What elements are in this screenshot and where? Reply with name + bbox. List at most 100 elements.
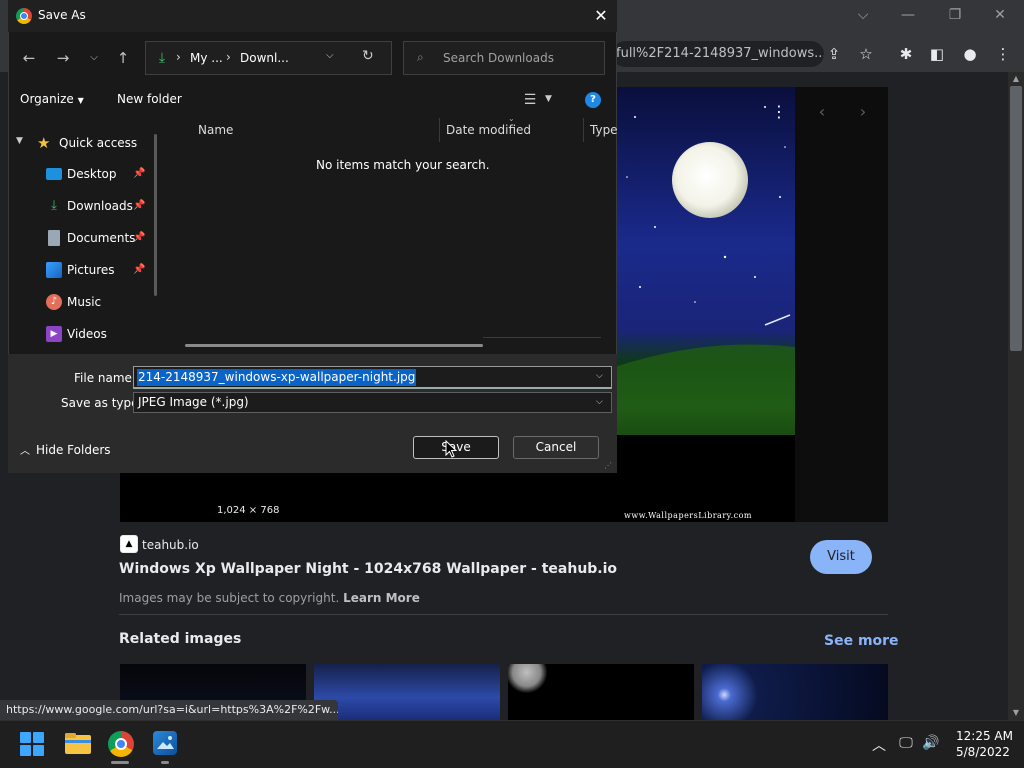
collapse-chevron-icon[interactable]: ▼ [16, 136, 23, 146]
stars-decoration [615, 106, 795, 435]
clock-time[interactable]: 12:25 AM [956, 729, 1013, 743]
back-arrow-icon[interactable]: ← [16, 45, 42, 71]
pictures-icon [46, 262, 62, 278]
column-divider[interactable] [439, 118, 440, 142]
help-icon[interactable]: ? [585, 92, 601, 108]
copyright-notice: Images may be subject to copyright. Lear… [119, 591, 420, 605]
sort-caret-icon: ⌄ [508, 114, 515, 123]
running-app-indicator [161, 761, 169, 764]
file-name-dropdown-chevron-icon[interactable]: ⌵ [596, 371, 603, 381]
dialog-close-icon[interactable]: ✕ [586, 3, 616, 29]
profile-avatar-icon[interactable]: ● [957, 41, 983, 67]
omnibox[interactable]: full%2F214-2148937_windows... [612, 41, 824, 67]
address-dropdown-chevron-icon[interactable]: ⌵ [326, 50, 340, 61]
quick-access-label[interactable]: Quick access [59, 136, 137, 150]
forward-arrow-icon[interactable]: → [50, 45, 76, 71]
nav-item-pictures[interactable]: Pictures 📌 [46, 258, 156, 282]
pin-icon[interactable]: 📌 [133, 258, 145, 282]
tab-search-chevron-icon[interactable]: ⌵ [843, 0, 883, 30]
visit-button[interactable]: Visit [810, 540, 872, 574]
nav-item-label: Music [67, 295, 102, 309]
result-title[interactable]: Windows Xp Wallpaper Night - 1024x768 Wa… [119, 561, 617, 577]
photos-app-icon[interactable] [153, 731, 177, 755]
nav-item-downloads[interactable]: ⤓ Downloads 📌 [46, 194, 156, 218]
chevron-down-icon[interactable]: ▼ [545, 94, 552, 104]
omnibox-url: full%2F214-2148937_windows... [616, 46, 824, 61]
save-as-type-chevron-icon[interactable]: ⌵ [596, 397, 603, 407]
chrome-taskbar-icon[interactable] [108, 731, 134, 757]
cancel-button[interactable]: Cancel [513, 436, 599, 459]
music-icon: ♪ [46, 294, 62, 310]
view-options-icon[interactable]: ☰ [520, 92, 540, 108]
preview-backdrop [795, 87, 888, 522]
save-as-type-select[interactable]: JPEG Image (*.jpg) [133, 392, 612, 413]
chevron-up-icon: ︿ [20, 446, 30, 457]
hide-folders-button[interactable]: ︿ Hide Folders [20, 442, 111, 457]
breadcrumb-item[interactable]: My ... [190, 51, 223, 65]
share-icon[interactable]: ⇪ [821, 41, 847, 67]
refresh-icon[interactable]: ↻ [362, 48, 378, 64]
breadcrumb-separator-icon: › [176, 50, 181, 64]
image-watermark: www.WallpapersLibrary.com [624, 511, 753, 520]
hide-folders-label: Hide Folders [36, 443, 111, 457]
extensions-puzzle-icon[interactable]: ✱ [893, 41, 919, 67]
recent-locations-chevron-icon[interactable]: ⌵ [81, 45, 107, 71]
column-header-date-modified[interactable]: Date modified [446, 123, 531, 137]
related-image-thumb[interactable] [702, 664, 888, 720]
more-options-icon[interactable]: ⋮ [770, 102, 788, 122]
nav-item-label: Videos [67, 327, 107, 341]
nav-item-documents[interactable]: Documents 📌 [46, 226, 156, 250]
dialog-titlebar[interactable] [8, 0, 617, 32]
breadcrumb-item[interactable]: Downl... [240, 51, 289, 65]
search-icon: ⌕ [417, 50, 424, 64]
chrome-menu-icon[interactable]: ⋮ [990, 41, 1016, 67]
bookmark-star-icon[interactable]: ☆ [853, 41, 879, 67]
show-hidden-icons-chevron-icon[interactable]: ︿ [869, 735, 889, 755]
column-divider[interactable] [583, 118, 584, 142]
wallpaper-image[interactable] [615, 87, 795, 435]
window-close-button[interactable]: ✕ [980, 0, 1020, 30]
downloads-icon: ⤓ [51, 198, 57, 213]
organize-label: Organize [20, 92, 74, 106]
chevron-down-icon: ▼ [77, 96, 84, 105]
dialog-title: Save As [38, 8, 86, 22]
up-arrow-icon[interactable]: ↑ [110, 45, 136, 71]
section-divider [119, 614, 888, 615]
volume-icon[interactable]: 🔊 [921, 735, 941, 751]
image-dimensions: 1,024 × 768 [217, 505, 280, 516]
see-more-link[interactable]: See more [824, 633, 899, 649]
resize-grip-icon[interactable]: ⋰ [604, 461, 612, 470]
pin-icon[interactable]: 📌 [133, 194, 145, 218]
new-folder-button[interactable]: New folder [117, 92, 182, 106]
nav-item-desktop[interactable]: Desktop 📌 [46, 162, 156, 186]
next-image-icon[interactable]: › [853, 102, 873, 122]
pin-icon[interactable]: 📌 [133, 226, 145, 250]
prev-image-icon[interactable]: ‹ [812, 102, 832, 122]
organize-button[interactable]: Organize ▼ [20, 92, 84, 110]
scroll-down-icon[interactable]: ▼ [1008, 706, 1024, 720]
scrollbar-thumb[interactable] [1010, 86, 1022, 351]
related-image-thumb[interactable] [508, 664, 694, 720]
site-name[interactable]: teahub.io [142, 538, 199, 552]
nav-item-videos[interactable]: ▶ Videos [46, 322, 156, 346]
file-name-label: File name: [74, 371, 136, 385]
horizontal-scrollbar-thumb[interactable] [185, 344, 483, 347]
column-header-type[interactable]: Type [590, 123, 618, 137]
learn-more-link[interactable]: Learn More [343, 591, 420, 605]
side-panel-icon[interactable]: ◧ [924, 41, 950, 67]
search-input[interactable] [435, 44, 600, 72]
pin-icon[interactable]: 📌 [133, 162, 145, 186]
window-restore-button[interactable]: ❐ [935, 0, 975, 30]
start-windows-icon[interactable] [20, 732, 44, 756]
related-images-heading: Related images [119, 631, 242, 647]
related-image-thumb[interactable] [314, 664, 500, 720]
window-minimize-button[interactable]: — [888, 0, 928, 30]
nav-item-music[interactable]: ♪ Music [46, 290, 156, 314]
clock-date[interactable]: 5/8/2022 [956, 745, 1010, 759]
file-name-input[interactable]: 214-2148937_windows-xp-wallpaper-night.j… [137, 369, 417, 386]
photos-mountain-icon [157, 736, 174, 749]
file-explorer-icon[interactable] [64, 730, 92, 756]
network-icon[interactable]: 🖵 [896, 735, 916, 751]
scroll-up-icon[interactable]: ▲ [1008, 72, 1024, 86]
column-header-name[interactable]: Name [198, 123, 233, 137]
